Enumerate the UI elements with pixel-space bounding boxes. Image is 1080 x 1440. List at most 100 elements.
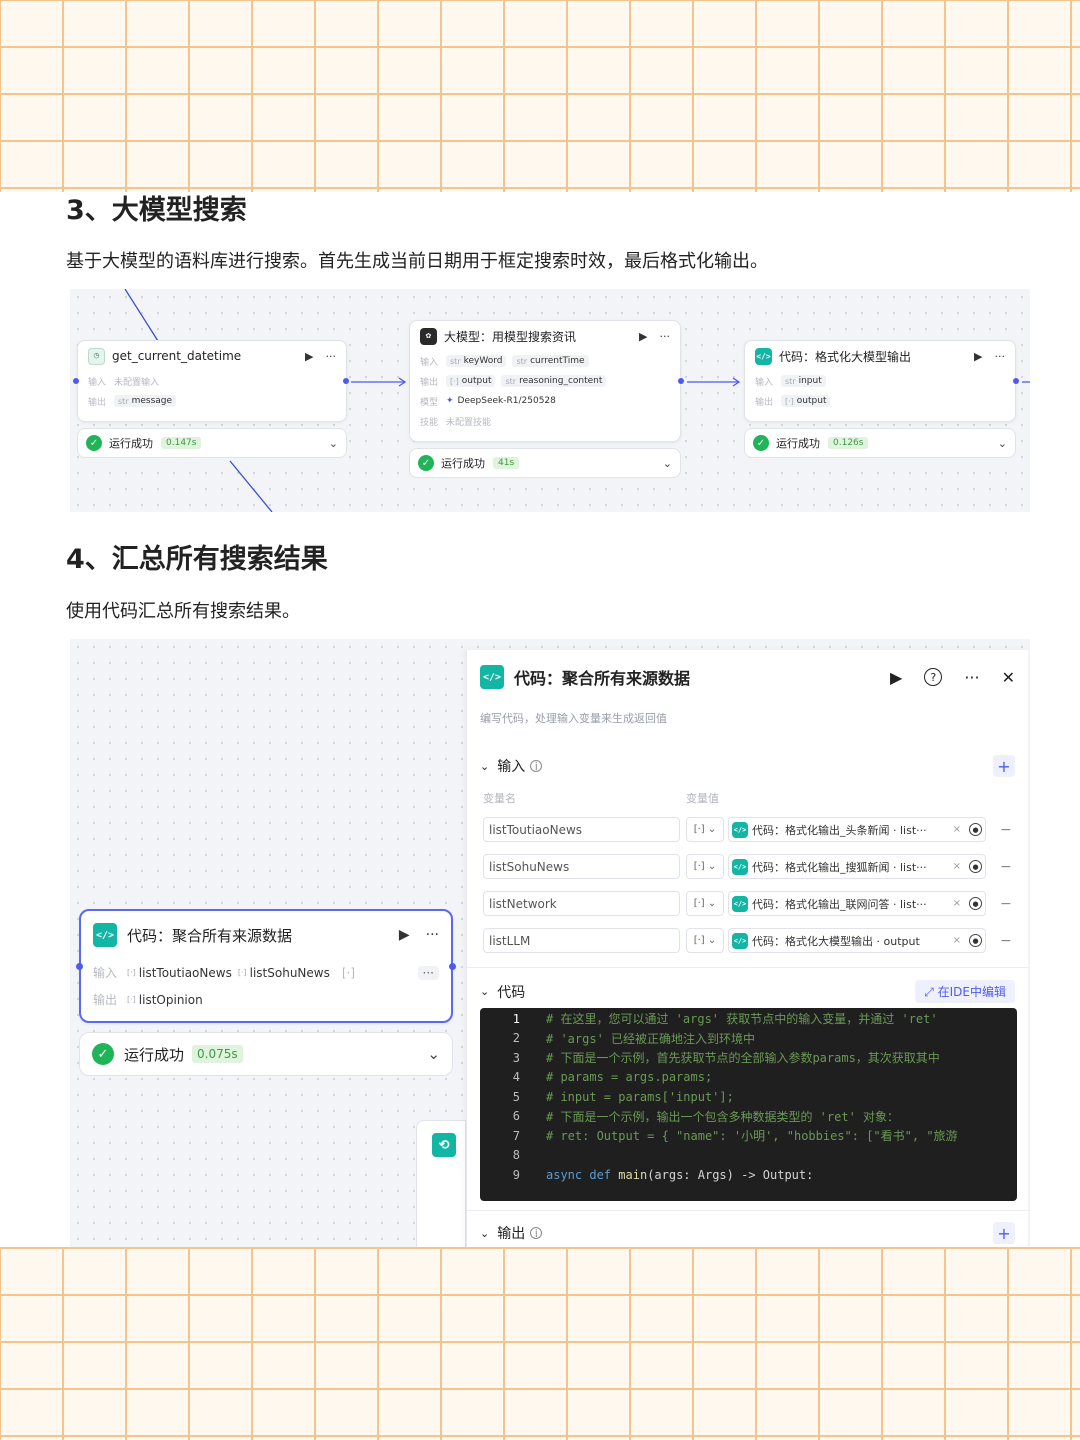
input-port[interactable] [73,378,79,384]
run-icon[interactable]: ▶ [890,668,902,687]
output-port[interactable] [678,378,684,384]
more-icon[interactable]: ··· [417,965,439,980]
code-section-header[interactable]: ⌄ 代码 ⤢ 在IDE中编辑 [480,980,1015,1003]
chevron-down-icon[interactable]: ⌄ [329,437,338,450]
code-line: 4 # params = args.params; [480,1068,1017,1088]
var-name: listSohuNews [249,965,330,980]
run-icon[interactable]: ▶ [639,330,647,343]
info-icon[interactable]: i [530,760,543,773]
var-type-select[interactable]: [·] ⌄ [686,854,724,879]
model-icon: ✦ [446,396,454,406]
var-name-field[interactable]: listToutiaoNews [483,817,680,842]
chevron-down-icon[interactable]: ⌄ [480,985,489,998]
code-line: 2 # 'args' 已经被正确地注入到环境中 [480,1029,1017,1049]
status-bar[interactable]: ✓ 运行成功 0.075s ⌄ [79,1032,453,1076]
remove-icon[interactable]: − [1000,933,1012,949]
clear-icon[interactable]: × [953,935,961,946]
loop-node-partial[interactable]: ⟲ [416,1120,466,1247]
more-icon[interactable]: ··· [660,330,671,343]
var-name: keyWord [463,356,503,366]
row-label: 输出 [93,993,118,1007]
var-type-select[interactable]: [·] ⌄ [686,928,724,953]
add-output-button[interactable]: + [993,1222,1015,1244]
chevron-down-icon[interactable]: ⌄ [663,457,672,470]
var-name: output [461,376,492,386]
workflow-canvas-aggregate[interactable]: </> 代码：聚合所有来源数据 ▶ ··· 输入 [·] listToutiaoNews[… [70,639,1030,1247]
status-bar[interactable]: ✓ 运行成功 0.147s ⌄ [77,428,347,458]
node-get-current-datetime[interactable]: ◷ get_current_datetime ▶ ··· 输入 未配置输入 输出 str m… [77,340,347,422]
var-name: input [798,376,822,386]
chevron-down-icon[interactable]: ⌄ [480,1227,489,1240]
input-var-row: listNetwork [·] ⌄ </> 代码：格式化输出_联网问答 · lis… [483,891,1013,916]
help-icon[interactable]: ? [924,668,943,686]
more-icon[interactable]: ··· [426,927,439,943]
clear-icon[interactable]: × [953,824,961,835]
more-icon[interactable]: ··· [326,350,337,363]
remove-icon[interactable]: − [1000,896,1012,912]
var-name-field[interactable]: listLLM [483,928,680,953]
var-name: currentTime [530,356,585,366]
row-label: 输入 [420,357,439,368]
var-type-select[interactable]: [·] ⌄ [686,817,724,842]
check-icon: ✓ [753,435,769,451]
var-type-select[interactable]: [·] ⌄ [686,891,724,916]
more-icon[interactable]: ··· [995,350,1006,363]
section-title: 输入 [497,759,526,775]
node-aggregate-code[interactable]: </> 代码：聚合所有来源数据 ▶ ··· 输入 [·] listToutiaoNews[… [79,909,453,1023]
target-icon[interactable]: ● [969,934,982,947]
node-llm-search[interactable]: ✿ 大模型：用模型搜索资讯 ▶ ··· 输入 str keyWord str currentT… [409,320,681,442]
code-line: 1 # 在这里，您可以通过 'args' 获取节点中的输入变量，并通过 'ret' [480,1009,1017,1029]
chevron-down-icon[interactable]: ⌄ [427,1045,440,1063]
var-value-ref[interactable]: </> 代码：格式化输出_联网问答 · list··· × ● [728,891,986,916]
workflow-canvas-llm[interactable]: ◷ get_current_datetime ▶ ··· 输入 未配置输入 输出 str m… [70,289,1030,512]
type-tag: str [505,376,517,386]
output-section-header[interactable]: ⌄ 输出 i + [480,1222,1015,1244]
output-port[interactable] [343,378,349,384]
clear-icon[interactable]: × [953,861,961,872]
output-port[interactable] [449,963,456,970]
run-icon[interactable]: ▶ [305,350,313,363]
var-name-field[interactable]: listNetwork [483,891,680,916]
type-tag: str [516,356,528,366]
target-icon[interactable]: ● [969,897,982,910]
close-icon[interactable]: ✕ [1002,668,1015,687]
var-name: message [131,396,173,406]
type-tag: str [785,376,796,386]
add-input-button[interactable]: + [993,755,1015,777]
output-port[interactable] [1013,378,1019,384]
line-number: 1 [512,1011,520,1026]
chevron-down-icon[interactable]: ⌄ [480,760,489,773]
code-editor[interactable]: 1 # 在这里，您可以通过 'args' 获取节点中的输入变量，并通过 'ret'… [480,1008,1017,1201]
status-bar[interactable]: ✓ 运行成功 41s ⌄ [409,448,681,478]
var-value-ref[interactable]: </> 代码：格式化输出_搜狐新闻 · list··· × ● [728,854,986,879]
status-bar[interactable]: ✓ 运行成功 0.126s ⌄ [744,428,1016,458]
type-tag: str [118,396,129,406]
ref-label: 代码：格式化输出_头条新闻 · list··· [752,823,927,837]
more-icon[interactable]: ··· [964,668,979,687]
target-icon[interactable]: ● [969,823,982,836]
array-type-tag: [·] [127,995,136,1004]
status-text: 运行成功 [441,457,485,470]
code-lines: 1 # 在这里，您可以通过 'args' 获取节点中的输入变量，并通过 'ret'… [480,1008,1017,1185]
var-value-ref[interactable]: </> 代码：格式化大模型输出 · output × ● [728,928,986,953]
line-number: 7 [512,1128,520,1143]
run-icon[interactable]: ▶ [399,927,410,943]
input-port[interactable] [76,963,83,970]
code-line: 6 # 下面是一个示例，输出一个包含多种数据类型的 'ret' 对象： [480,1107,1017,1127]
chevron-down-icon[interactable]: ⌄ [998,437,1007,450]
node-title: 大模型：用模型搜索资讯 [444,329,577,344]
check-icon: ✓ [92,1043,114,1065]
target-icon[interactable]: ● [969,860,982,873]
var-name: output [796,396,827,406]
run-icon[interactable]: ▶ [974,350,982,363]
clear-icon[interactable]: × [953,898,961,909]
var-value-ref[interactable]: </> 代码：格式化输出_头条新闻 · list··· × ● [728,817,986,842]
row-value: 未配置输入 [114,377,160,388]
node-format-llm-output[interactable]: </> 代码：格式化大模型输出 ▶ ··· 输入 str input 输出 [·] outpu… [744,340,1016,422]
info-icon[interactable]: i [530,1227,543,1240]
remove-icon[interactable]: − [1000,859,1012,875]
edit-in-ide-button[interactable]: ⤢ 在IDE中编辑 [915,980,1015,1003]
remove-icon[interactable]: − [1000,822,1012,838]
var-name-field[interactable]: listSohuNews [483,854,680,879]
input-section-header[interactable]: ⌄ 输入 i + [480,755,1015,777]
